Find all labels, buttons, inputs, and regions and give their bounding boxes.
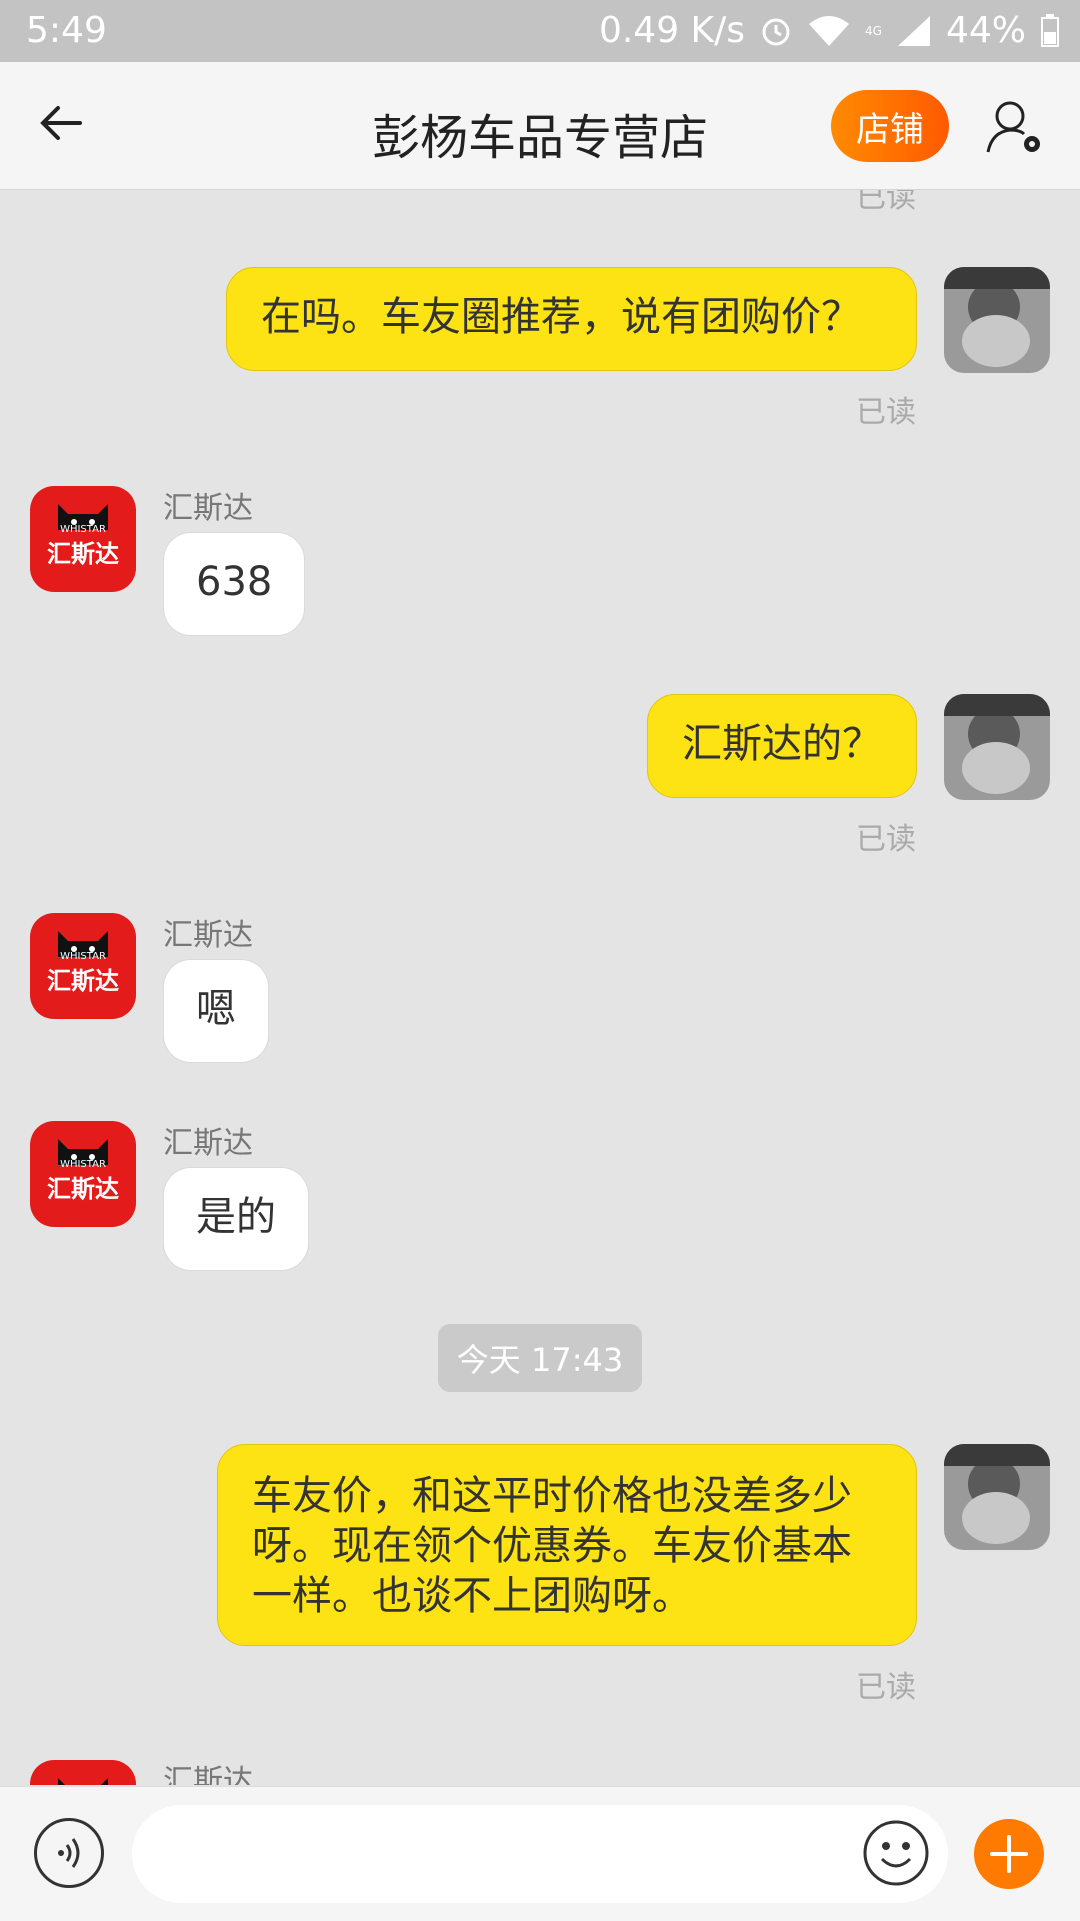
chat-timestamp: 今天 17:43 <box>438 1324 642 1392</box>
plus-icon <box>990 1835 1028 1873</box>
message-bubble-me[interactable]: 汇斯达的？ <box>647 694 917 798</box>
input-bar <box>0 1786 1080 1921</box>
alarm-icon <box>762 18 790 45</box>
avatar[interactable] <box>944 694 1050 800</box>
user-settings-icon[interactable] <box>984 96 1044 156</box>
shop-avatar[interactable] <box>30 1760 136 1785</box>
voice-button[interactable] <box>34 1818 104 1888</box>
sender-name: 汇斯达 <box>163 1764 253 1785</box>
avatar[interactable] <box>944 267 1050 373</box>
sender-name: 汇斯达 <box>163 491 253 526</box>
message-bubble-shop[interactable]: 嗯 <box>163 959 269 1063</box>
message-list[interactable]: 已读 在吗。车友圈推荐，说有团购价？ 已读 汇斯达 WHISTAR 汇斯达 63… <box>0 190 1080 1785</box>
avatar[interactable] <box>944 1444 1050 1550</box>
status-time: 5:49 <box>26 10 107 51</box>
shop-avatar[interactable]: WHISTAR 汇斯达 <box>30 913 136 1019</box>
user-photo <box>944 694 1050 800</box>
shop-avatar-brand: 汇斯达 <box>47 1175 119 1203</box>
read-status: 已读 <box>856 1670 916 1705</box>
chat-header: 彭杨车品专营店 店铺 <box>0 62 1080 190</box>
message-input[interactable] <box>132 1805 948 1903</box>
shop-avatar-brand: 汇斯达 <box>47 540 119 568</box>
signal-icon <box>897 15 930 46</box>
user-photo <box>944 1444 1050 1550</box>
sender-name: 汇斯达 <box>163 1126 253 1161</box>
battery-percent: 44% <box>945 10 1026 51</box>
message-bubble-me[interactable]: 在吗。车友圈推荐，说有团购价？ <box>226 267 917 371</box>
emoji-icon[interactable] <box>862 1819 930 1887</box>
wifi-icon <box>809 15 850 46</box>
read-status: 已读 <box>856 822 916 857</box>
shop-avatar[interactable]: WHISTAR 汇斯达 <box>30 486 136 592</box>
message-bubble-me[interactable]: 车友价，和这平时价格也没差多少呀。现在领个优惠券。车友价基本一样。也谈不上团购呀… <box>217 1444 917 1646</box>
voice-icon <box>58 1838 80 1868</box>
message-bubble-shop[interactable]: 638 <box>163 532 306 636</box>
plus-button[interactable] <box>974 1819 1044 1889</box>
battery-icon <box>1041 13 1059 47</box>
shop-avatar[interactable]: WHISTAR 汇斯达 <box>30 1121 136 1227</box>
network-type-4g: 4G <box>865 23 882 38</box>
sender-name: 汇斯达 <box>163 918 253 953</box>
user-photo <box>944 267 1050 373</box>
tmall-cat-icon <box>58 1778 108 1785</box>
status-bar: 5:49 0.49 K/s 4G 44% <box>0 0 1080 62</box>
read-status: 已读 <box>856 190 916 215</box>
message-bubble-shop[interactable]: 是的 <box>163 1167 309 1271</box>
network-speed: 0.49 K/s <box>598 10 746 51</box>
shop-button[interactable]: 店铺 <box>831 90 949 162</box>
status-icons: 0.49 K/s 4G 44% <box>599 10 1060 51</box>
shop-avatar-brand: 汇斯达 <box>47 967 119 995</box>
read-status: 已读 <box>856 395 916 430</box>
